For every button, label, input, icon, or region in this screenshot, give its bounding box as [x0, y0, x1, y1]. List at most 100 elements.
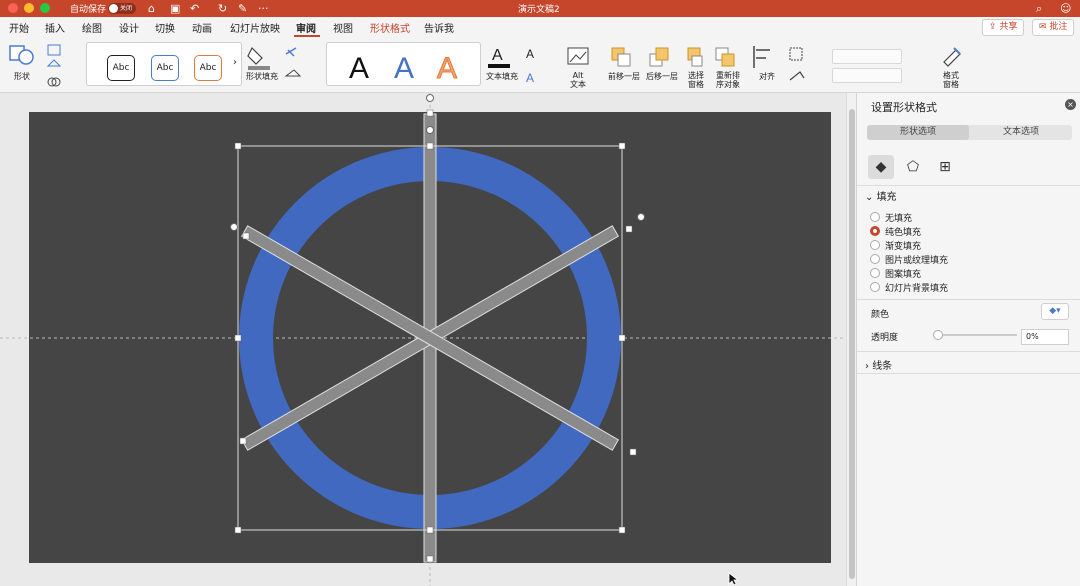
document-title: 演示文稿2 — [518, 5, 560, 15]
format-pane-icon[interactable] — [940, 44, 964, 68]
editor-scrollbar[interactable] — [846, 93, 856, 586]
alt-text-label[interactable]: Alt 文本 — [570, 71, 586, 89]
text-effects-icon[interactable]: A — [526, 71, 534, 84]
size-properties-icon[interactable]: ⊞ — [932, 155, 958, 179]
shape-width-input[interactable] — [832, 68, 902, 83]
close-window-icon[interactable] — [8, 3, 18, 13]
home-icon[interactable]: ⌂ — [148, 0, 155, 17]
comment-button[interactable]: ✉ 批注 — [1032, 19, 1075, 36]
bring-forward-label[interactable]: 前移一层 — [608, 71, 640, 82]
pentagon-icon[interactable]: ⬠ — [900, 155, 926, 179]
line-section-header[interactable]: › 线条 — [865, 357, 892, 372]
save-icon[interactable]: ▣ — [170, 0, 180, 17]
undo-icon[interactable]: ↶ — [190, 0, 199, 17]
more-icon[interactable]: ··· — [258, 0, 269, 17]
tab-insert[interactable]: 插入 — [45, 20, 65, 35]
edit-icon[interactable]: ✎ — [238, 0, 247, 17]
align-label[interactable]: 对齐 — [759, 71, 775, 82]
tab-tell-me[interactable]: 告诉我 — [424, 20, 454, 35]
menu-bar: 开始 插入 绘图 设计 切换 动画 幻灯片放映 审阅 视图 形状格式 告诉我 — [0, 17, 1080, 37]
alt-text-icon[interactable] — [566, 46, 590, 68]
align-icon[interactable] — [753, 46, 770, 68]
radio-solid-fill[interactable]: 纯色填充 — [870, 225, 1050, 238]
gallery-more-icon[interactable]: › — [233, 57, 237, 68]
format-pane-label[interactable]: 格式 窗格 — [943, 71, 959, 89]
shape-effects-icon[interactable] — [284, 69, 302, 77]
text-fill-icon[interactable]: A — [492, 47, 503, 64]
minimize-window-icon[interactable] — [24, 3, 34, 13]
tab-shape-format[interactable]: 形状格式 — [370, 20, 410, 35]
selection-pane-label[interactable]: 选择 窗格 — [688, 71, 704, 89]
shape-circle-icon[interactable] — [18, 49, 34, 65]
wordart-preset-3[interactable]: A — [436, 53, 457, 84]
shape-style-gallery[interactable]: Abc Abc Abc › — [86, 42, 242, 86]
style-preset-1[interactable]: Abc — [107, 55, 135, 81]
radio-picture-fill[interactable]: 图片或纹理填充 — [870, 253, 1050, 266]
title-bar: 自动保存 关闭 ⌂ ▣ ↶ ↻ ✎ ··· 演示文稿2 ⌕ ☺ — [0, 0, 1080, 17]
radio-pattern-fill[interactable]: 图案填充 — [870, 267, 1050, 280]
radio-label: 纯色填充 — [885, 228, 922, 238]
tab-review[interactable]: 审阅 — [296, 20, 316, 35]
radio-no-fill[interactable]: 无填充 — [870, 211, 1050, 224]
maximize-window-icon[interactable] — [40, 3, 50, 13]
fill-color-picker[interactable]: ◆▾ — [1041, 303, 1069, 320]
arrange-icons — [611, 47, 735, 67]
tab-slideshow[interactable]: 幻灯片放映 — [230, 20, 280, 35]
text-fill-swatch — [488, 64, 510, 68]
paint-bucket-icon[interactable] — [247, 46, 263, 65]
slider-knob[interactable] — [933, 330, 943, 340]
style-preset-3[interactable]: Abc — [194, 55, 222, 81]
radio-slide-background-fill[interactable]: 幻灯片背景填充 — [870, 281, 1050, 294]
shape-height-input[interactable] — [832, 49, 902, 64]
radio-dot — [870, 240, 880, 250]
radio-label: 渐变填充 — [885, 242, 922, 252]
shape-label: 形状 — [14, 72, 30, 81]
shapes-group-icons — [9, 44, 62, 87]
share-label: 共享 — [999, 22, 1018, 32]
divider — [857, 351, 1080, 352]
tab-animations[interactable]: 动画 — [192, 20, 212, 35]
reorder-objects-label[interactable]: 重新排 序对象 — [716, 71, 740, 89]
selection-pane-line1: 选择 — [688, 71, 704, 80]
share-button[interactable]: ⇪ 共享 — [982, 19, 1025, 36]
panel-tabs: 形状选项 文本选项 — [867, 125, 1072, 140]
transparency-input[interactable]: 0% — [1021, 329, 1069, 345]
selection-pane-line2: 窗格 — [688, 80, 704, 89]
tab-text-options[interactable]: 文本选项 — [970, 125, 1072, 140]
style-preset-2[interactable]: Abc — [151, 55, 179, 81]
wordart-preset-1[interactable]: A — [349, 54, 369, 84]
radio-dot — [870, 282, 880, 292]
group-icon[interactable] — [789, 47, 803, 61]
scrollbar-thumb[interactable] — [849, 109, 855, 579]
tab-view[interactable]: 视图 — [333, 20, 353, 35]
account-icon[interactable]: ☺ — [1060, 0, 1071, 17]
paint-bucket-icon[interactable]: ◆ — [868, 155, 894, 179]
alt-text-line1: Alt — [572, 71, 584, 80]
transparency-slider[interactable] — [933, 330, 1017, 340]
search-icon[interactable]: ⌕ — [1036, 0, 1042, 17]
format-pane-line1: 格式 — [943, 71, 959, 80]
fill-section-header[interactable]: ⌄ 填充 — [865, 188, 897, 203]
tab-draw[interactable]: 绘图 — [82, 20, 102, 35]
shape-outline-icon[interactable] — [285, 47, 297, 57]
autosave-toggle[interactable]: 关闭 — [108, 3, 136, 14]
radio-label: 无填充 — [885, 214, 913, 224]
wordart-preset-2[interactable]: A — [394, 54, 414, 84]
color-label: 颜色 — [871, 310, 890, 320]
divider — [857, 373, 1080, 374]
wordart-gallery[interactable]: A A A — [326, 42, 481, 86]
edit-shape-icon[interactable] — [46, 59, 62, 67]
radio-label: 图片或纹理填充 — [885, 256, 949, 266]
text-outline-icon[interactable]: A — [526, 47, 534, 61]
rotate-icon[interactable] — [789, 71, 805, 81]
tab-transitions[interactable]: 切换 — [155, 20, 175, 35]
tab-home[interactable]: 开始 — [9, 20, 29, 35]
close-icon[interactable]: × — [1065, 99, 1076, 110]
text-box-icon[interactable] — [47, 44, 61, 56]
tab-design[interactable]: 设计 — [119, 20, 139, 35]
send-backward-label[interactable]: 后移一层 — [646, 71, 678, 82]
tab-shape-options[interactable]: 形状选项 — [867, 125, 969, 140]
radio-gradient-fill[interactable]: 渐变填充 — [870, 239, 1050, 252]
comment-label: 批注 — [1049, 22, 1068, 32]
redo-icon[interactable]: ↻ — [218, 0, 227, 17]
